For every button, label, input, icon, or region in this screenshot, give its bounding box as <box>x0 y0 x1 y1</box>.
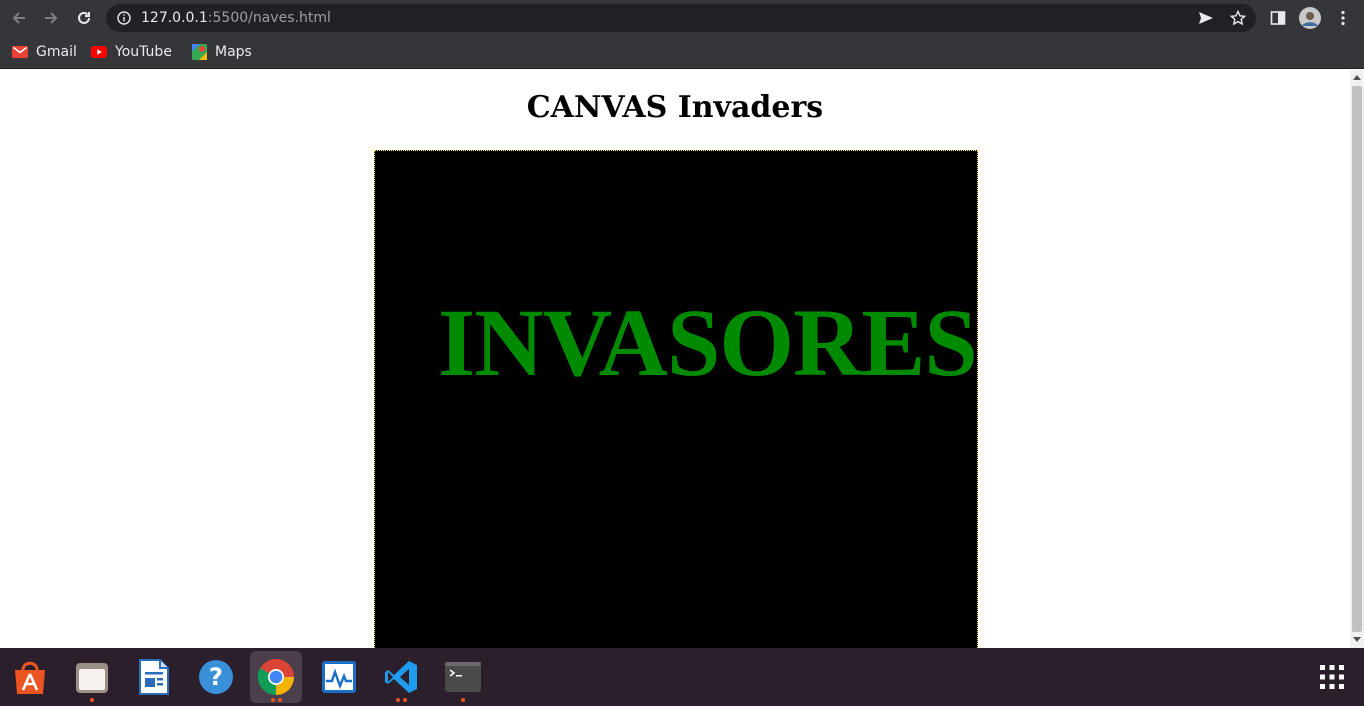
bookmark-label: Gmail <box>36 44 77 60</box>
bookmark-star-button[interactable] <box>1226 6 1250 30</box>
chrome-menu-button[interactable] <box>1331 6 1355 30</box>
url-text: 127.0.0.1:5500/naves.html <box>141 10 331 26</box>
youtube-icon <box>91 46 107 58</box>
browser-toolbar: 127.0.0.1:5500/naves.html <box>0 0 1364 36</box>
scroll-up-arrow-icon[interactable] <box>1353 75 1361 80</box>
writer-icon <box>139 659 169 695</box>
site-info-icon[interactable] <box>117 11 131 25</box>
system-monitor-icon <box>322 661 356 693</box>
profile-button[interactable] <box>1298 6 1322 30</box>
dock-writer[interactable] <box>128 651 180 703</box>
reload-icon <box>78 11 90 24</box>
canvas-title-text: INVASORES <box>438 289 977 396</box>
forward-arrow-icon <box>45 12 58 24</box>
chrome-icon <box>257 659 294 695</box>
maps-icon <box>192 44 207 60</box>
running-indicator <box>278 698 282 702</box>
dock-ubuntu-software[interactable] <box>4 651 56 703</box>
scroll-down-arrow-icon[interactable] <box>1353 637 1361 642</box>
bookmark-gmail[interactable]: Gmail <box>12 43 77 61</box>
page-title: CANVAS Invaders <box>526 90 824 125</box>
web-page: CANVAS Invaders INVASORES <box>0 70 1350 648</box>
running-indicator <box>90 698 94 702</box>
scroll-thumb[interactable] <box>1352 86 1362 632</box>
back-arrow-icon <box>12 12 25 24</box>
dock-help[interactable]: ? <box>190 651 242 703</box>
reload-button[interactable] <box>72 6 96 30</box>
svg-text:?: ? <box>209 663 223 691</box>
running-indicator <box>403 698 407 702</box>
side-panel-button[interactable] <box>1266 6 1290 30</box>
gmail-icon <box>12 46 28 58</box>
dock-system-monitor[interactable] <box>313 651 365 703</box>
terminal-icon <box>445 662 481 692</box>
dock-chrome[interactable] <box>250 651 302 703</box>
bookmarks-bar: Gmail YouTube Maps <box>0 36 1364 69</box>
show-apps-icon <box>1320 665 1344 689</box>
ubuntu-software-icon <box>15 661 45 694</box>
forward-button[interactable] <box>39 6 63 30</box>
bookmark-label: Maps <box>215 44 252 60</box>
avatar <box>1299 7 1321 29</box>
back-button[interactable] <box>7 6 31 30</box>
side-panel-icon <box>1270 11 1286 25</box>
page-scrollbar[interactable] <box>1350 70 1364 648</box>
more-vert-icon <box>1341 10 1345 26</box>
dock-files[interactable] <box>66 651 118 703</box>
taskbar: ? <box>0 648 1364 706</box>
vscode-icon <box>385 661 417 693</box>
star-icon <box>1230 10 1246 26</box>
running-indicator <box>271 698 275 702</box>
url-path: :5500/naves.html <box>207 10 331 26</box>
files-icon <box>76 663 108 693</box>
bookmark-maps[interactable]: Maps <box>192 43 252 61</box>
show-applications-button[interactable] <box>1306 651 1358 703</box>
address-bar[interactable]: 127.0.0.1:5500/naves.html <box>106 4 1256 32</box>
url-host: 127.0.0.1 <box>141 10 208 26</box>
send-icon <box>1199 12 1213 24</box>
send-tab-button[interactable] <box>1194 6 1218 30</box>
game-canvas[interactable]: INVASORES <box>374 150 978 648</box>
running-indicator <box>396 698 400 702</box>
running-indicator <box>461 698 465 702</box>
help-icon: ? <box>199 660 233 694</box>
dock-terminal[interactable] <box>437 651 489 703</box>
bookmark-label: YouTube <box>115 44 172 60</box>
bookmark-youtube[interactable]: YouTube <box>91 43 172 61</box>
dock-vscode[interactable] <box>375 651 427 703</box>
